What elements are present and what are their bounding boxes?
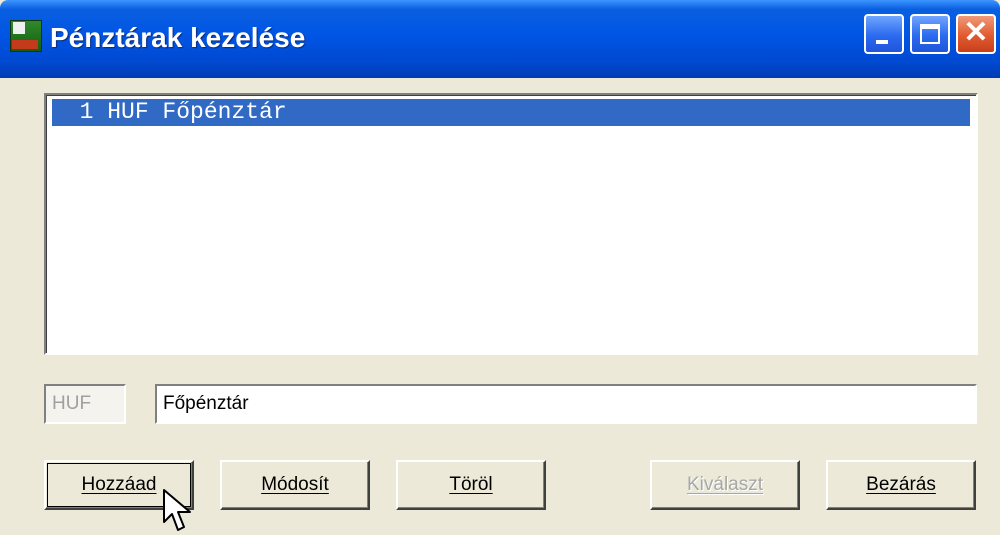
- mouse-cursor-icon: [163, 489, 191, 531]
- list-item-selected[interactable]: 1 HUF Főpénztár: [52, 99, 970, 126]
- maximize-button[interactable]: [910, 14, 950, 54]
- modify-button[interactable]: Módosít: [220, 460, 370, 510]
- close-icon: ✕: [963, 16, 989, 49]
- minimize-button[interactable]: [864, 14, 904, 54]
- close-window-button[interactable]: ✕: [956, 14, 996, 54]
- currency-field: HUF: [44, 384, 126, 424]
- close-button[interactable]: Bezárás: [826, 460, 976, 510]
- add-button-label: Hozzáad: [81, 474, 157, 495]
- select-button: Kiválaszt: [650, 460, 800, 510]
- register-name-field[interactable]: Főpénztár: [155, 384, 977, 424]
- delete-button-label: Töröl: [449, 474, 493, 495]
- delete-button[interactable]: Töröl: [396, 460, 546, 510]
- cash-register-list[interactable]: 1 HUF Főpénztár: [44, 93, 978, 355]
- cash-registers-window: Pénztárak kezelése ✕ 1 HUF Főpénztár HUF…: [0, 0, 1000, 535]
- select-button-label: Kiválaszt: [686, 474, 764, 495]
- maximize-icon: [920, 24, 940, 44]
- close-button-label: Bezárás: [866, 474, 936, 495]
- window-title: Pénztárak kezelése: [50, 22, 306, 53]
- app-icon-bar: [12, 40, 38, 49]
- app-icon[interactable]: [10, 20, 42, 52]
- title-bar[interactable]: Pénztárak kezelése ✕: [0, 0, 1000, 78]
- minimize-icon: [876, 40, 888, 44]
- app-icon-mark: [13, 22, 25, 34]
- modify-button-label: Módosít: [261, 474, 329, 495]
